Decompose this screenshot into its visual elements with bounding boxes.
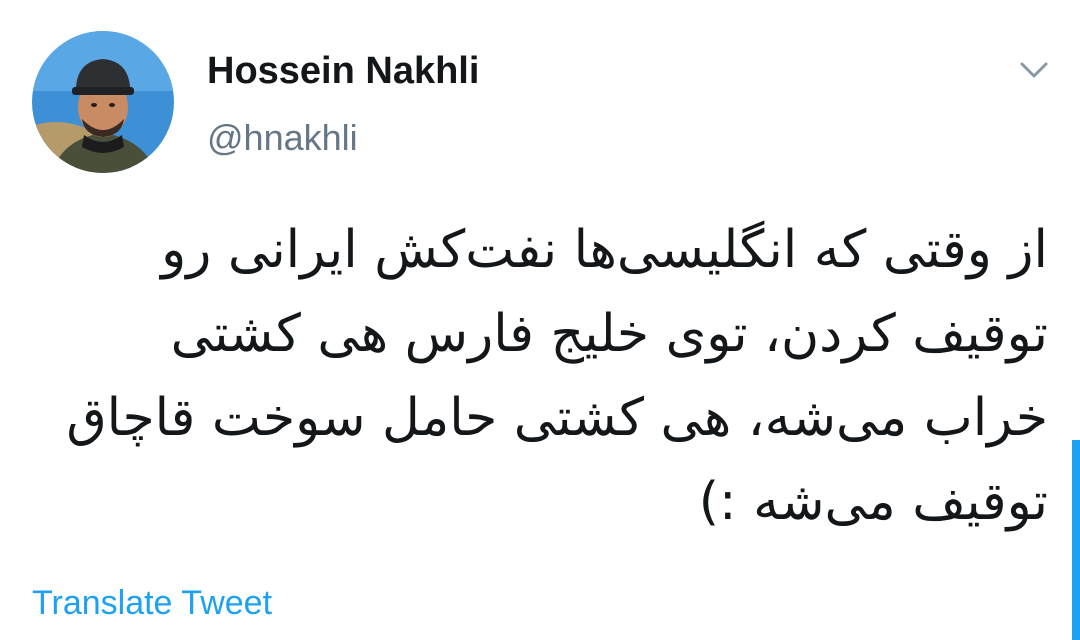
scrollbar[interactable] — [1072, 440, 1080, 640]
tweet-card: Hossein Nakhli @hnakhli از وقتی که انگلی… — [0, 0, 1080, 640]
author-handle[interactable]: @hnakhli — [207, 117, 358, 159]
translate-tweet-link[interactable]: Translate Tweet — [32, 584, 272, 623]
avatar[interactable] — [32, 31, 174, 173]
author-display-name[interactable]: Hossein Nakhli — [207, 50, 479, 93]
tweet-text: از وقتی که انگلیسی‌ها نفت‌کش ایرانی رو ت… — [66, 220, 1048, 532]
chevron-down-icon[interactable] — [1014, 54, 1054, 86]
